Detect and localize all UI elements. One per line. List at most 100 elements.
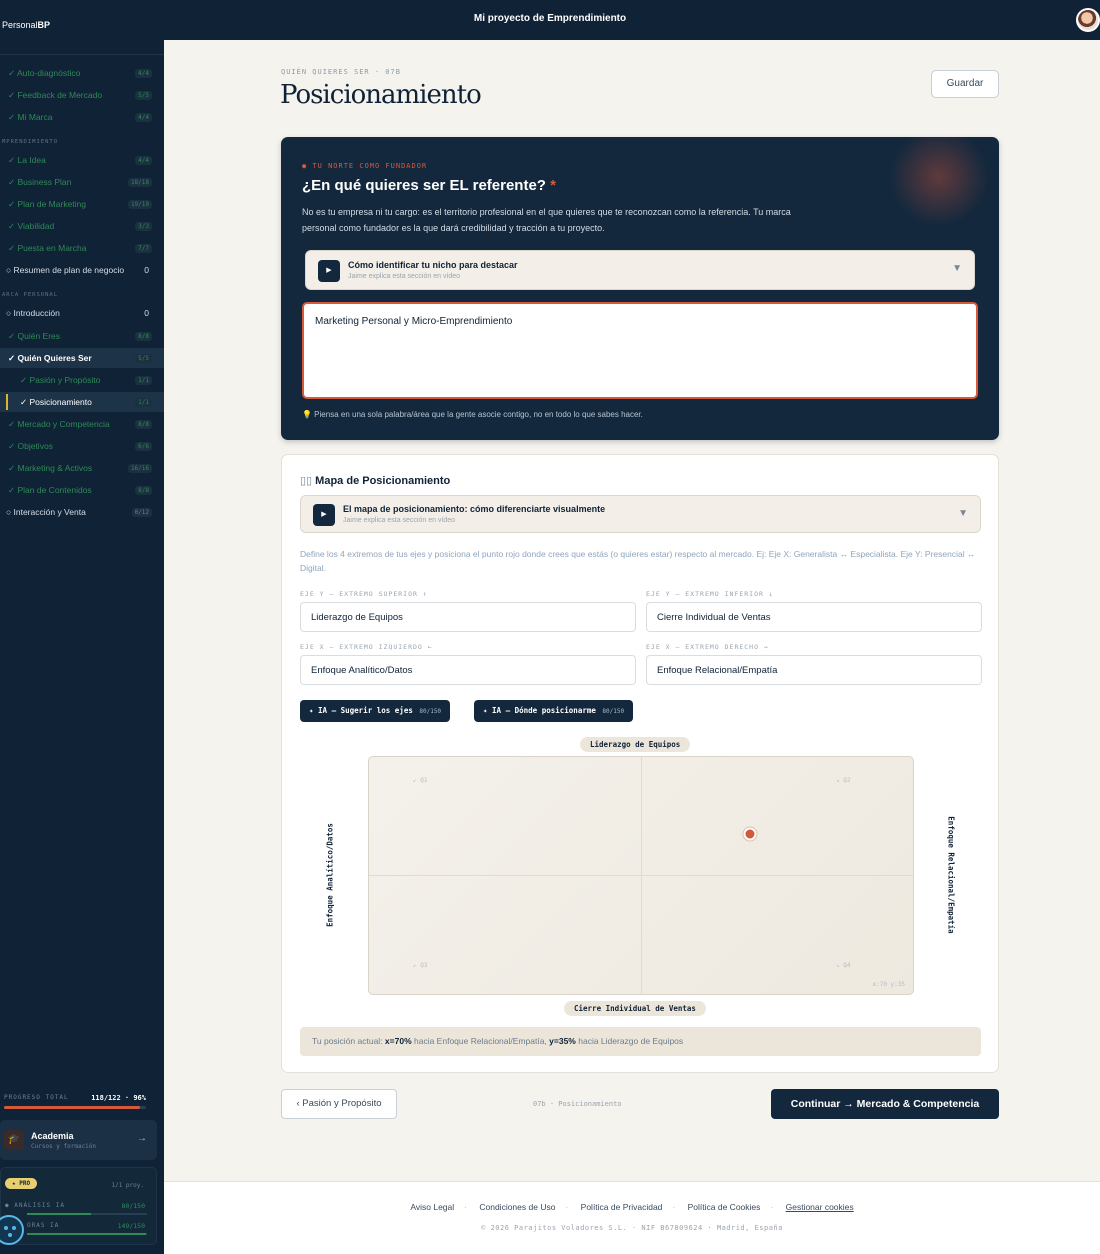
sidebar-item-quien-eres[interactable]: ✓ Quién Eres 8/8 (0, 326, 164, 346)
pos-suffix: hacia Liderazgo de Equipos (575, 1036, 684, 1046)
map-video-accordion[interactable]: ▶ El mapa de posicionamiento: cómo difer… (300, 495, 981, 533)
progress-value: 118/122 · 96% (91, 1094, 146, 1102)
chevron-down-icon[interactable]: ▼ (958, 508, 968, 519)
vertical-axis-line (641, 757, 642, 994)
video-subtitle: Jaime explica esta sección en vídeo (348, 273, 461, 280)
ai-position-me-button[interactable]: ✦ IA — Dónde posicionarme 80/150 (474, 700, 634, 722)
sidebar-item-label: Quién Quieres Ser (17, 352, 92, 363)
page-title: Posicionamiento (280, 80, 482, 110)
sidebar-item-label: Plan de Contenidos (17, 484, 92, 495)
answer-hint: 💡 Piensa en una sola palabra/área que la… (302, 410, 643, 419)
footer-link-privacidad[interactable]: Política de Privacidad (581, 1202, 663, 1212)
footer-links: Aviso Legal · Condiciones de Uso · Polític… (410, 1202, 854, 1212)
sidebar-item-count: 19/19 (127, 199, 152, 209)
chevron-down-icon[interactable]: ▼ (952, 263, 962, 274)
pos-mid: hacia Enfoque Relacional/Empatía, (411, 1036, 550, 1046)
sidebar-item-label: Introducción (13, 308, 60, 318)
sidebar-item-mercado-competencia[interactable]: ✓ Mercado y Competencia 8/8 (0, 414, 164, 434)
video-title: El mapa de posicionamiento: cómo diferen… (343, 504, 606, 514)
positioning-plot[interactable]: ↙ Q1 ↘ Q2 ↙ Q3 ↘ Q4 x:70 y:35 (368, 756, 914, 995)
ai-hours-bar-fill (27, 1233, 146, 1235)
founder-north-card: ● TU NORTE COMO FUNDADOR ¿En qué quieres… (281, 137, 999, 440)
position-marker[interactable] (743, 827, 757, 841)
continue-button[interactable]: Continuar → Mercado & Competencia (771, 1089, 999, 1119)
sidebar-item-introduccion[interactable]: ○ Introducción 0 (0, 303, 164, 323)
footer-link-gestionar-cookies[interactable]: Gestionar cookies (786, 1202, 854, 1212)
y-top-input[interactable]: Liderazgo de Equipos (300, 602, 636, 632)
user-avatar[interactable] (1076, 8, 1100, 32)
x-right-input[interactable]: Enfoque Relacional/Empatía (646, 655, 982, 685)
footer-link-condiciones[interactable]: Condiciones de Uso (479, 1202, 555, 1212)
sidebar-item-count: 0/12 (131, 507, 152, 517)
pos-y-value: y=35% (549, 1036, 576, 1046)
sidebar-item-label: Resumen de plan de negocio (13, 265, 125, 275)
sidebar-subitem-posicionamiento[interactable]: ✓ Posicionamiento 1/1 (0, 392, 164, 412)
current-position-summary: Tu posición actual: x=70% hacia Enfoque … (300, 1027, 981, 1056)
progress-label: PROGRESO TOTAL (4, 1094, 69, 1101)
ai-analysis-value: 80/150 (121, 1202, 145, 1210)
quadrant-q1-label: ↙ Q1 (413, 777, 428, 784)
sidebar-item-plan-contenidos[interactable]: ✓ Plan de Contenidos 8/8 (0, 480, 164, 500)
sidebar-divider (0, 54, 164, 55)
map-description: Define los 4 extremos de tus ejes y posi… (300, 549, 976, 573)
sidebar-item-label: ✓ Posicionamiento (20, 396, 92, 407)
ai-suggest-axes-button[interactable]: ✦ IA — Sugerir los ejes 80/150 (300, 700, 451, 722)
y-bottom-input[interactable]: Cierre Individual de Ventas (646, 602, 982, 632)
sidebar-item-objetivos[interactable]: ✓ Objetivos 6/6 (0, 436, 164, 456)
card-description: No es tu empresa ni tu cargo: es el terr… (302, 207, 791, 233)
sidebar-item-mi-marca[interactable]: ✓ Mi Marca 4/4 (0, 107, 164, 127)
play-icon[interactable]: ▶ (318, 260, 340, 282)
sidebar-subitem-pasion-proposito[interactable]: ✓ Pasión y Propósito 1/1 (0, 370, 164, 390)
sidebar-item-viabilidad[interactable]: ✓ Viabilidad 3/3 (0, 216, 164, 236)
pos-prefix: Tu posición actual: (312, 1036, 385, 1046)
arrow-right-icon: → (137, 1133, 147, 1144)
map-icon: ▯▯ (300, 475, 313, 487)
project-title: Mi proyecto de Emprendimiento (473, 13, 627, 24)
sidebar-item-plan-marketing[interactable]: ✓ Plan de Marketing 19/19 (0, 194, 164, 214)
button-count: 80/150 (419, 708, 442, 715)
decorative-glow (889, 137, 989, 227)
niche-video-accordion[interactable]: ▶ Cómo identificar tu nicho para destaca… (305, 250, 975, 290)
video-subtitle: Jaime explica esta sección en vídeo (343, 517, 456, 524)
sidebar-item-label: Mi Marca (17, 111, 53, 122)
footer-link-cookies[interactable]: Política de Cookies (688, 1202, 761, 1212)
sidebar-item-puesta-en-marcha[interactable]: ✓ Puesta en Marcha 7/7 (0, 238, 164, 258)
sidebar-item-quien-quieres-ser[interactable]: ✓ Quién Quieres Ser 5/5 (0, 348, 164, 368)
sidebar-item-feedback-mercado[interactable]: ✓ Feedback de Mercado 5/5 (0, 85, 164, 105)
step-breadcrumb: 07b · Posicionamiento (533, 1100, 622, 1108)
sidebar-item-interaccion-venta[interactable]: ○ Interacción y Venta 0/12 (0, 502, 164, 522)
play-icon[interactable]: ▶ (313, 504, 335, 526)
footer-link-aviso-legal[interactable]: Aviso Legal (410, 1202, 454, 1212)
page-footer: Aviso Legal · Condiciones de Uso · Polític… (164, 1181, 1100, 1254)
graduation-cap-icon: 🎓 (4, 1130, 24, 1150)
copyright: © 2026 Parajitos Voladores S.L. · NIF B6… (481, 1224, 783, 1232)
sidebar-item-label: Mercado y Competencia (17, 418, 110, 429)
sidebar-item-count: 5/5 (135, 353, 152, 363)
map-title: ▯▯ Mapa de Posicionamiento (300, 474, 450, 487)
brand-logo[interactable]: PersonalBP (2, 20, 50, 30)
sidebar-item-label: Objetivos (17, 440, 53, 451)
sidebar-item-count: 8/8 (135, 485, 152, 495)
academy-card[interactable]: 🎓 Academia Cursos y formación → (0, 1120, 157, 1160)
sidebar-item-label: La Idea (17, 154, 46, 165)
back-button[interactable]: ‹ Pasión y Propósito (281, 1089, 397, 1119)
ai-hours-bar (27, 1233, 147, 1235)
x-left-input[interactable]: Enfoque Analítico/Datos (300, 655, 636, 685)
sidebar-item-la-idea[interactable]: ✓ La Idea 4/4 (0, 150, 164, 170)
button-label: ✦ IA — Sugerir los ejes (309, 706, 413, 715)
sidebar-item-label: ✓ Pasión y Propósito (20, 374, 101, 385)
referent-answer-textarea[interactable]: Marketing Personal y Micro-Emprendimient… (302, 302, 978, 399)
y-bottom-label: EJE Y — EXTREMO INFERIOR ↓ (646, 590, 774, 598)
sidebar-item-label: Plan de Marketing (17, 198, 86, 209)
sidebar-item-resumen-plan[interactable]: ○ Resumen de plan de negocio 0 (0, 260, 164, 280)
sidebar-item-count: 16/16 (127, 463, 152, 473)
axis-bottom-chip: Cierre Individual de Ventas (564, 1001, 706, 1016)
sidebar-item-auto-diagnostico[interactable]: ✓ Auto-diagnóstico 4/4 (0, 63, 164, 83)
save-button[interactable]: Guardar (931, 70, 999, 98)
sidebar-item-marketing-activos[interactable]: ✓ Marketing & Activos 16/16 (0, 458, 164, 478)
academy-title: Academia (31, 1131, 74, 1141)
sidebar-item-business-plan[interactable]: ✓ Business Plan 18/18 (0, 172, 164, 192)
required-marker: * (550, 177, 556, 194)
sidebar-item-count: 7/7 (135, 243, 152, 253)
sidebar-item-count: 4/4 (135, 112, 152, 122)
